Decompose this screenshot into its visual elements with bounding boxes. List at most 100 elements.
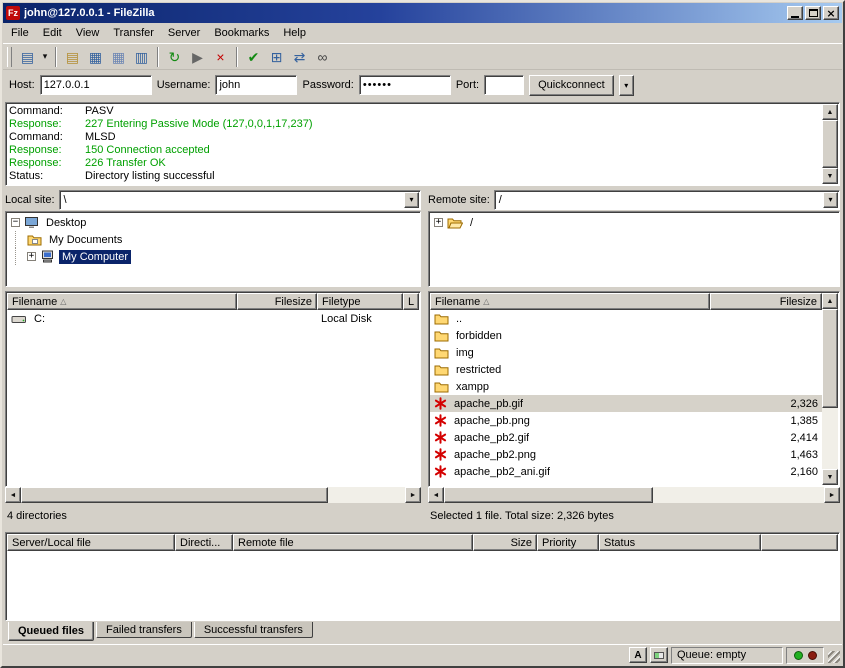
quickconnect-dropdown-button[interactable]: ▾ — [619, 75, 634, 96]
titlebar[interactable]: john@127.0.0.1 - FileZilla — [3, 3, 842, 23]
column-header-filesize[interactable]: Filesize — [237, 293, 317, 310]
menu-edit[interactable]: Edit — [36, 24, 69, 42]
scroll-left-icon[interactable]: ◄ — [5, 487, 21, 503]
collapse-icon[interactable]: − — [11, 218, 20, 227]
list-item[interactable]: apache_pb2.png1,463 — [430, 446, 822, 463]
quickconnect-button[interactable]: Quickconnect — [529, 75, 614, 96]
remote-site-dropdown-button[interactable]: ▾ — [823, 192, 838, 208]
tab-queued-files[interactable]: Queued files — [8, 622, 94, 641]
list-item[interactable]: apache_pb.gif2,326 — [430, 395, 822, 412]
site-manager-button[interactable]: ▤ — [16, 45, 39, 68]
toggle-message-log-button[interactable]: ▤ — [61, 45, 84, 68]
tree-item[interactable]: +My Computer — [6, 248, 420, 265]
resize-grip[interactable] — [828, 651, 840, 663]
minimize-button[interactable] — [787, 6, 803, 20]
tree-item[interactable]: −Desktop — [6, 214, 420, 231]
sync-browsing-button[interactable]: ⇄ — [288, 45, 311, 68]
scroll-down-icon[interactable]: ▼ — [822, 469, 838, 485]
close-button[interactable] — [823, 6, 839, 20]
scroll-down-icon[interactable]: ▼ — [822, 168, 838, 184]
list-item[interactable]: apache_pb2_ani.gif2,160 — [430, 463, 822, 480]
column-header-filetype[interactable]: Filetype — [317, 293, 403, 310]
list-item[interactable]: apache_pb2.gif2,414 — [430, 429, 822, 446]
cancel-button[interactable]: × — [209, 45, 232, 68]
column-header-server-local-file[interactable]: Server/Local file — [7, 534, 175, 551]
find-button[interactable]: ∞ — [311, 45, 334, 68]
refresh-button[interactable]: ↻ — [163, 45, 186, 68]
filename-cell: .. — [430, 310, 710, 327]
tab-failed-transfers[interactable]: Failed transfers — [96, 622, 192, 638]
tree-item[interactable]: My Documents — [6, 231, 420, 248]
local-site-combo[interactable]: \ ▾ — [59, 190, 421, 210]
maximize-button[interactable] — [805, 6, 821, 20]
remote-file-list: Filename△Filesize ..forbiddenimgrestrict… — [428, 291, 840, 487]
scrollbar-track[interactable] — [822, 120, 838, 168]
tab-successful-transfers[interactable]: Successful transfers — [194, 622, 313, 638]
list-item[interactable]: restricted — [430, 361, 822, 378]
main-area: Local site: \ ▾ −DesktopMy Documents+My … — [3, 188, 842, 526]
pane-splitter[interactable] — [421, 188, 428, 526]
toggle-remote-tree-button[interactable]: ▦ — [107, 45, 130, 68]
site-manager-dropdown-button[interactable]: ▾ — [39, 45, 51, 68]
list-item[interactable]: C:Local Disk — [7, 310, 419, 327]
scrollbar-thumb[interactable] — [822, 309, 838, 408]
column-header-label: L — [408, 296, 414, 308]
filename-cell: apache_pb2_ani.gif — [430, 463, 710, 480]
menu-transfer[interactable]: Transfer — [106, 24, 161, 42]
column-header-priority[interactable]: Priority — [537, 534, 599, 551]
process-queue-button[interactable]: ▶ — [186, 45, 209, 68]
scroll-right-icon[interactable]: ► — [824, 487, 840, 503]
menu-bookmarks[interactable]: Bookmarks — [207, 24, 276, 42]
scroll-left-icon[interactable]: ◄ — [428, 487, 444, 503]
column-header-remote-file[interactable]: Remote file — [233, 534, 473, 551]
column-header-filename[interactable]: Filename△ — [7, 293, 237, 310]
scroll-right-icon[interactable]: ► — [405, 487, 421, 503]
port-input[interactable] — [484, 75, 524, 95]
scrollbar-thumb[interactable] — [444, 487, 653, 503]
vertical-scrollbar[interactable]: ▲▼ — [822, 293, 838, 485]
filter-button[interactable]: ✔ — [242, 45, 265, 68]
compare-button[interactable]: ⊞ — [265, 45, 288, 68]
scrollbar-thumb[interactable] — [822, 120, 838, 168]
scrollbar-track[interactable] — [21, 487, 405, 503]
host-input[interactable] — [40, 75, 152, 95]
toggle-queue-button[interactable]: ▥ — [130, 45, 153, 68]
list-item[interactable]: img — [430, 344, 822, 361]
tab-label: Queued files — [18, 625, 84, 637]
scrollbar-thumb[interactable] — [21, 487, 328, 503]
menu-server[interactable]: Server — [161, 24, 207, 42]
horizontal-scrollbar[interactable]: ◄► — [5, 487, 421, 503]
column-header-directi[interactable]: Directi... — [175, 534, 233, 551]
horizontal-scrollbar[interactable]: ◄► — [428, 487, 840, 503]
expand-icon[interactable]: + — [434, 218, 443, 227]
menu-help[interactable]: Help — [276, 24, 313, 42]
toggle-local-tree-button[interactable]: ▦ — [84, 45, 107, 68]
menu-view[interactable]: View — [69, 24, 107, 42]
list-item[interactable]: forbidden — [430, 327, 822, 344]
scroll-up-icon[interactable]: ▲ — [822, 104, 838, 120]
remote-site-combo[interactable]: / ▾ — [494, 190, 840, 210]
expand-icon[interactable]: + — [27, 252, 36, 261]
list-item[interactable]: xampp — [430, 378, 822, 395]
column-header-l[interactable]: L — [403, 293, 419, 310]
tree-item[interactable]: +/ — [429, 214, 839, 231]
tab-label: Failed transfers — [106, 624, 182, 636]
scrollbar-track[interactable] — [444, 487, 824, 503]
list-item[interactable]: .. — [430, 310, 822, 327]
log-line-text: 150 Connection accepted — [85, 144, 210, 156]
filename-text: apache_pb2.png — [454, 449, 536, 461]
menu-file[interactable]: File — [4, 24, 36, 42]
column-header-filename[interactable]: Filename△ — [430, 293, 710, 310]
column-header-size[interactable]: Size — [473, 534, 537, 551]
username-input[interactable] — [215, 75, 297, 95]
column-header-filesize[interactable]: Filesize — [710, 293, 822, 310]
vertical-scrollbar[interactable]: ▲▼ — [822, 104, 838, 184]
remote-site-row: Remote site: / ▾ — [428, 188, 840, 211]
column-header-status[interactable]: Status — [599, 534, 761, 551]
scrollbar-track[interactable] — [822, 309, 838, 469]
ascii-mode-icon[interactable]: A — [629, 647, 647, 663]
list-item[interactable]: apache_pb.png1,385 — [430, 412, 822, 429]
scroll-up-icon[interactable]: ▲ — [822, 293, 838, 309]
local-site-dropdown-button[interactable]: ▾ — [404, 192, 419, 208]
password-input[interactable] — [359, 75, 451, 95]
